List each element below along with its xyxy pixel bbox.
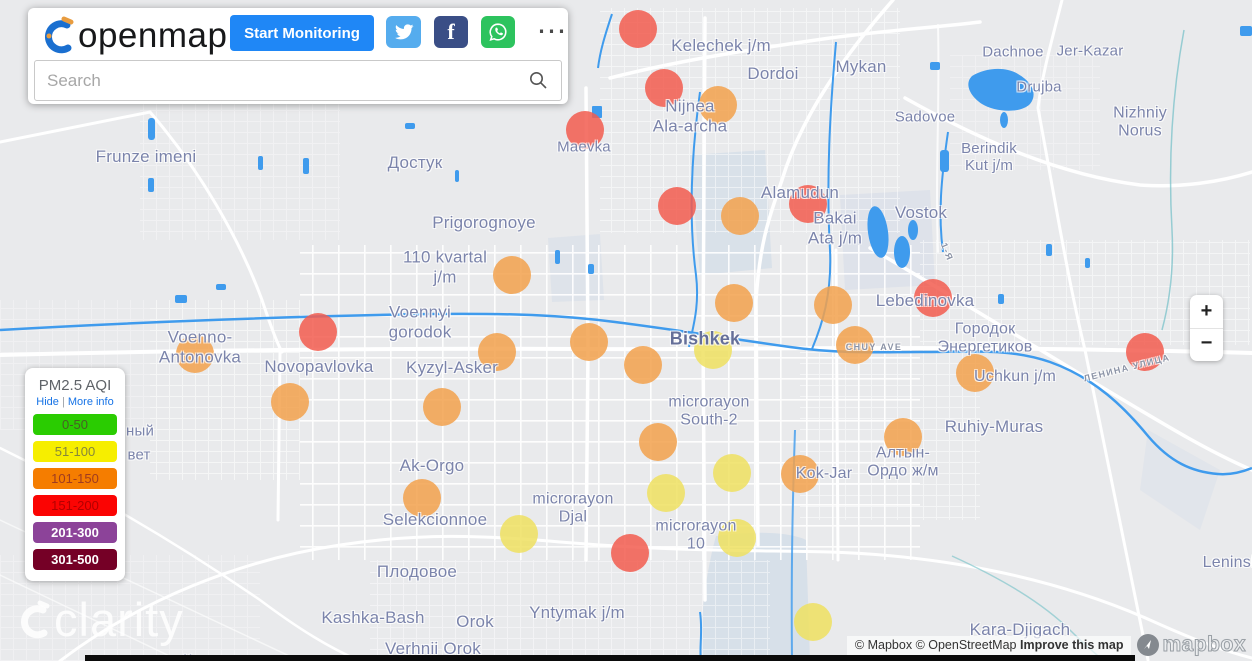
aqi-marker-red[interactable] xyxy=(1126,333,1164,371)
bottom-bar-artifact xyxy=(85,655,1135,661)
legend-more-info-link[interactable]: More info xyxy=(68,396,114,408)
legend-range-0-50: 0-50 xyxy=(33,414,117,435)
aqi-marker-yellow[interactable] xyxy=(500,515,538,553)
aqi-marker-red[interactable] xyxy=(645,69,683,107)
facebook-button[interactable]: f xyxy=(434,16,468,48)
legend-title: PM2.5 AQI xyxy=(25,377,125,394)
legend-range-101-150: 101-150 xyxy=(33,468,117,489)
zoom-controls: + − xyxy=(1190,295,1223,361)
facebook-icon: f xyxy=(447,19,454,45)
aqi-marker-orange[interactable] xyxy=(639,423,677,461)
aqi-marker-yellow[interactable] xyxy=(647,474,685,512)
aqi-marker-orange[interactable] xyxy=(570,323,608,361)
attribution-bar: © Mapbox © OpenStreetMap Improve this ma… xyxy=(847,633,1250,657)
aqi-marker-orange[interactable] xyxy=(176,335,214,373)
aqi-marker-orange[interactable] xyxy=(699,86,737,124)
aqi-marker-orange[interactable] xyxy=(884,418,922,456)
aqi-marker-orange[interactable] xyxy=(423,388,461,426)
search-input[interactable] xyxy=(35,71,529,91)
aqi-marker-orange[interactable] xyxy=(836,326,874,364)
aqi-marker-red[interactable] xyxy=(619,10,657,48)
legend-range-201-300: 201-300 xyxy=(33,522,117,543)
mapbox-wordmark: mapbox xyxy=(1162,633,1246,657)
mapbox-attribution-link[interactable]: © Mapbox xyxy=(855,638,912,652)
aqi-marker-red[interactable] xyxy=(611,534,649,572)
clarity-wordmark: clarity xyxy=(54,592,184,647)
legend-hide-link[interactable]: Hide xyxy=(36,396,59,408)
aqi-marker-yellow[interactable] xyxy=(794,603,832,641)
twitter-icon xyxy=(394,22,414,42)
aqi-marker-orange[interactable] xyxy=(624,346,662,384)
clarity-watermark: clarity xyxy=(14,592,184,647)
legend-range-151-200: 151-200 xyxy=(33,495,117,516)
start-monitoring-button[interactable]: Start Monitoring xyxy=(230,15,374,51)
improve-map-link[interactable]: Improve this map xyxy=(1020,638,1124,652)
search-box xyxy=(34,60,562,101)
aqi-marker-orange[interactable] xyxy=(403,479,441,517)
openmap-logo: openmap xyxy=(40,13,227,59)
legend-rows: 0-50 51-100 101-150 151-200 201-300 301-500 xyxy=(25,414,125,570)
aqi-marker-orange[interactable] xyxy=(478,333,516,371)
search-icon[interactable] xyxy=(529,71,548,90)
aqi-marker-yellow[interactable] xyxy=(718,519,756,557)
aqi-marker-orange[interactable] xyxy=(721,197,759,235)
legend-panel: PM2.5 AQI Hide | More info 0-50 51-100 101… xyxy=(25,368,125,581)
openmap-logo-icon xyxy=(40,13,74,59)
aqi-marker-orange[interactable] xyxy=(956,354,994,392)
legend-range-51-100: 51-100 xyxy=(33,441,117,462)
aqi-marker-red[interactable] xyxy=(914,279,952,317)
twitter-button[interactable] xyxy=(386,16,421,48)
aqi-marker-orange[interactable] xyxy=(715,284,753,322)
aqi-marker-orange[interactable] xyxy=(781,455,819,493)
aqi-marker-yellow[interactable] xyxy=(713,454,751,492)
app-root: Frunze imeniДостукPrigorognoye110 kvarta… xyxy=(0,0,1252,661)
aqi-marker-red[interactable] xyxy=(299,313,337,351)
whatsapp-button[interactable] xyxy=(481,16,515,48)
zoom-in-button[interactable]: + xyxy=(1190,295,1223,328)
whatsapp-icon xyxy=(487,21,509,43)
aqi-marker-orange[interactable] xyxy=(493,256,531,294)
legend-links: Hide | More info xyxy=(25,396,125,408)
mapbox-logo-icon xyxy=(1137,634,1159,656)
attribution-text: © Mapbox © OpenStreetMap Improve this ma… xyxy=(847,636,1132,655)
legend-range-301-500: 301-500 xyxy=(33,549,117,570)
more-menu-button[interactable]: ⋯ xyxy=(530,10,574,54)
zoom-out-button[interactable]: − xyxy=(1190,328,1223,361)
aqi-marker-red[interactable] xyxy=(658,187,696,225)
legend-links-separator: | xyxy=(62,396,65,408)
mapbox-logo[interactable]: mapbox xyxy=(1137,633,1246,657)
header-panel: openmap Start Monitoring f ⋯ xyxy=(28,8,568,104)
aqi-marker-orange[interactable] xyxy=(814,286,852,324)
aqi-marker-orange[interactable] xyxy=(271,383,309,421)
aqi-marker-red[interactable] xyxy=(789,185,827,223)
aqi-marker-yellow[interactable] xyxy=(694,331,732,369)
logo-text: openmap xyxy=(78,16,227,56)
aqi-marker-red[interactable] xyxy=(566,111,604,149)
clarity-icon xyxy=(14,595,52,645)
osm-attribution-link[interactable]: © OpenStreetMap xyxy=(916,638,1017,652)
